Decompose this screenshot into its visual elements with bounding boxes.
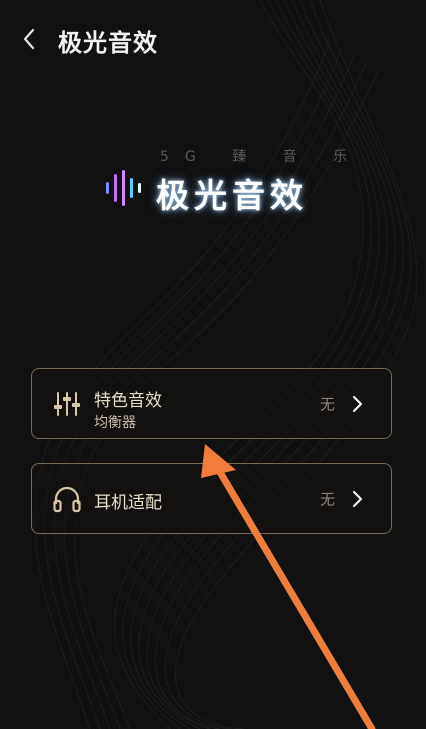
item-value: 无 [319, 395, 335, 413]
special-effect-item[interactable]: 特色音效 均衡器 无 [31, 368, 392, 439]
item-title: 特色音效 [94, 391, 162, 411]
sound-wave-icon [106, 170, 141, 206]
item-title: 耳机适配 [94, 493, 162, 513]
headphones-icon [53, 486, 81, 512]
headphone-adapt-item[interactable]: 耳机适配 无 [31, 463, 392, 534]
item-subtitle: 均衡器 [94, 415, 136, 431]
top-bar: 极光音效 [0, 0, 426, 80]
logo-subtitle: 5G 臻 音 乐 [160, 149, 364, 165]
chevron-right-icon [352, 395, 363, 412]
page-title: 极光音效 [58, 29, 158, 57]
logo-text: 极光音效 [156, 176, 308, 215]
back-button[interactable] [14, 24, 44, 54]
background-wave-pattern [34, 0, 418, 729]
chevron-left-icon [23, 28, 35, 50]
chevron-right-icon [352, 490, 363, 507]
item-value: 无 [319, 490, 335, 508]
equalizer-icon [54, 391, 80, 416]
aurora-sound-logo: 5G 臻 音 乐 极光音效 [96, 140, 347, 220]
